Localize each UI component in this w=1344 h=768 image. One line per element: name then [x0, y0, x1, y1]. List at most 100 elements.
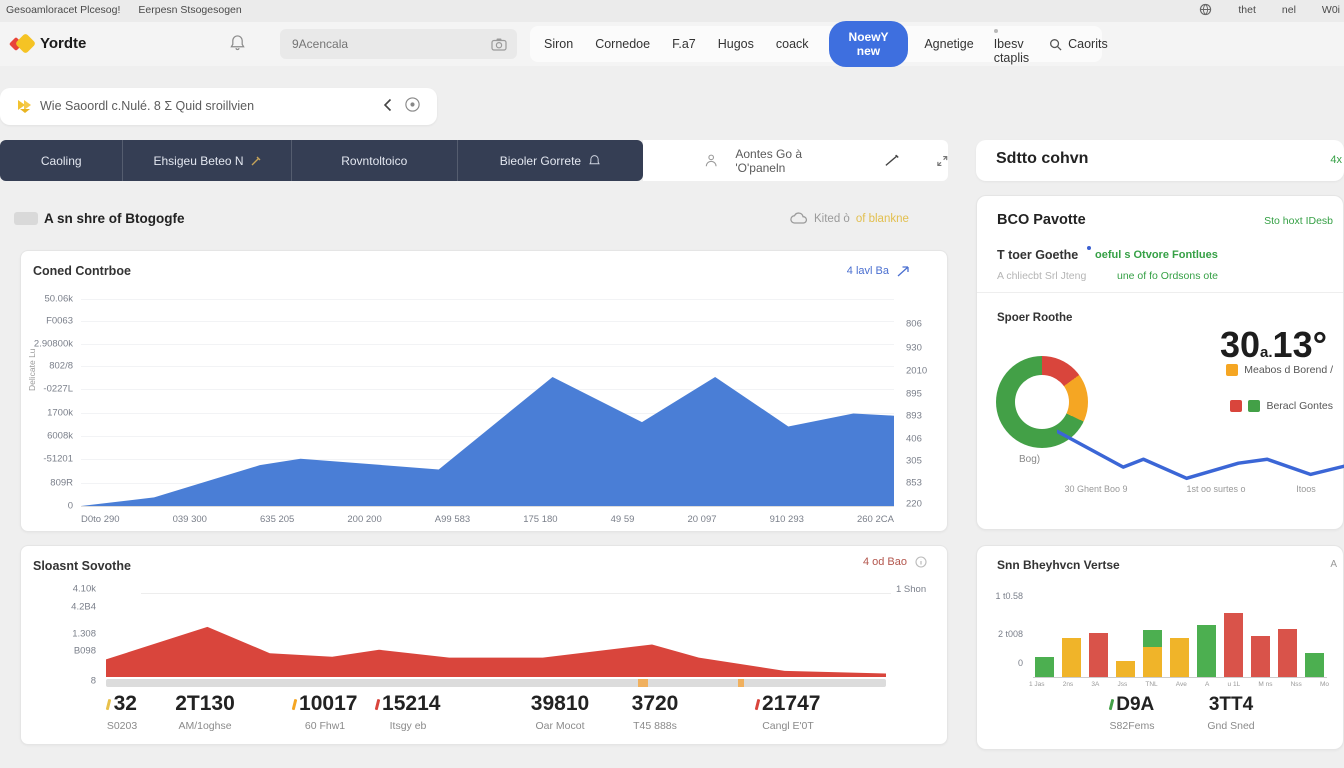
- big-metric-value: 30a.13°: [1220, 324, 1327, 366]
- seo-section-label: Spoer Roothe: [997, 312, 1072, 324]
- tab-audience[interactable]: Rovntoltoico: [292, 140, 458, 181]
- y-tick: 1700k: [47, 408, 73, 419]
- line-series: [1057, 431, 1344, 478]
- seo-row-title: T toer Goethe: [997, 248, 1078, 262]
- seo-subtext: A chliecbt Srl Jteng: [997, 270, 1086, 282]
- seo-card-link[interactable]: Sto hoxt IDesb: [1264, 215, 1333, 227]
- right-panel-header: Sdtto cohvn 4x: [976, 140, 1344, 181]
- yandex-logo[interactable]: [10, 32, 34, 56]
- blue-dot-icon: [1087, 246, 1091, 250]
- stat-value-text: 32: [114, 692, 137, 715]
- meta-link[interactable]: nel: [1282, 4, 1296, 16]
- x-tick: 1st oo surtes o: [1186, 484, 1245, 494]
- pencil-icon[interactable]: [885, 154, 899, 167]
- search-link[interactable]: Caorits: [1049, 37, 1108, 51]
- header-nav-item[interactable]: F.a7: [672, 37, 696, 51]
- globe-icon[interactable]: [1199, 3, 1212, 16]
- bar-chart: [1035, 592, 1327, 677]
- x-tick: 910 293: [770, 514, 804, 525]
- tab-behavior[interactable]: Bieoler Gorrete: [458, 140, 643, 181]
- bar-stat: D9A S82Fems: [1077, 694, 1187, 732]
- magnifier-icon: [1049, 38, 1062, 51]
- legend-item: Beracl Gontes: [1230, 400, 1333, 412]
- legend-label: Beracl Gontes: [1266, 400, 1333, 412]
- bar: [1197, 625, 1216, 677]
- primary-action-button[interactable]: NoewY new: [829, 21, 909, 67]
- y-tick: 4.10k: [73, 584, 96, 595]
- bar-stat: 3TT4 Gnd Sned: [1176, 694, 1286, 732]
- chevron-left-icon[interactable]: [383, 98, 392, 112]
- nav-item-secondary[interactable]: Ibesv ctaplis: [994, 23, 1029, 65]
- bar: [1089, 633, 1108, 677]
- header-nav-item[interactable]: Hugos: [718, 37, 754, 51]
- bar: [1143, 630, 1162, 677]
- seo-row-link[interactable]: oeful s Otvore Fontlues: [1095, 249, 1218, 261]
- trend-line-chart: [1057, 418, 1344, 488]
- header-nav-item[interactable]: Siron: [544, 37, 573, 51]
- expand-icon[interactable]: [937, 155, 948, 167]
- summary-stat: 32S0203: [76, 692, 168, 732]
- tab-sources[interactable]: Ehsigeu Beteo N: [123, 140, 291, 181]
- stat-label: Oar Mocot: [514, 720, 606, 732]
- legend-swatch: [1230, 400, 1242, 412]
- x-tick: Jss: [1117, 681, 1127, 688]
- bar: [1062, 638, 1081, 677]
- section-title: A sn shre of Btogogfe: [44, 211, 185, 226]
- x-tick: 200 200: [347, 514, 381, 525]
- x-tick: 260 2CA: [857, 514, 894, 525]
- tab-tool-icon: [251, 156, 261, 166]
- summary-stat: 1001760 Fhw1: [279, 692, 371, 732]
- bar: [1170, 638, 1189, 677]
- right-panel-action[interactable]: 4x: [1330, 154, 1342, 166]
- seo-subtext-link[interactable]: une of fo Ordsons ote: [1117, 270, 1218, 282]
- logo-text[interactable]: Yordte: [40, 35, 86, 52]
- selector-tick[interactable]: [638, 679, 648, 687]
- y-tick: 853: [906, 478, 922, 489]
- toolbar-label: Aontes Go à 'O'paneln: [735, 147, 841, 175]
- trend-marker: [291, 699, 296, 710]
- selector-tick[interactable]: [738, 679, 744, 687]
- header-nav-item[interactable]: Cornedoe: [595, 37, 650, 51]
- bar-segment: [1143, 630, 1162, 647]
- traffic-chart-card: Coned Contrboe 4 lavl Ba 50.06kF00632.90…: [20, 250, 948, 532]
- search-box[interactable]: [280, 29, 517, 59]
- counter-bar[interactable]: Wie Saoordl c.Nulé. 8 Σ Quid sroillvien: [0, 88, 437, 125]
- cloud-icon: [790, 212, 808, 225]
- y-tick: -51201: [43, 454, 73, 465]
- bar-segment: [1089, 633, 1108, 677]
- person-icon[interactable]: [705, 153, 717, 168]
- range-selector[interactable]: [106, 679, 886, 687]
- bars-card: Snn Bheyhvcn Vertse A 1 t0.582 t0080 1 J…: [976, 545, 1344, 750]
- section-status[interactable]: Kited ò of blankne: [790, 212, 909, 225]
- meta-link[interactable]: W0i: [1322, 4, 1340, 16]
- notification-bell-icon[interactable]: [230, 34, 245, 51]
- legend-swatch: [1226, 364, 1238, 376]
- meta-link[interactable]: Gesoamloracet Plcesog!: [6, 4, 120, 16]
- x-tick: 039 300: [173, 514, 207, 525]
- x-axis: D0to 290039 300635 205200 200A99 583175 …: [81, 514, 894, 525]
- target-icon[interactable]: [404, 96, 421, 113]
- search-input[interactable]: [290, 36, 491, 52]
- header-nav-item[interactable]: coack: [776, 37, 809, 51]
- bar-segment: [1305, 653, 1324, 677]
- y-tick: 220: [906, 499, 922, 510]
- nav-item-reports[interactable]: Agnetige: [924, 37, 973, 51]
- bar: [1278, 629, 1297, 677]
- bar: [1305, 653, 1324, 677]
- trend-marker: [754, 699, 759, 710]
- traffic-chart-action[interactable]: 4 lavl Ba: [847, 265, 909, 277]
- y-tick: 2 t008: [998, 629, 1023, 639]
- area-series: [81, 377, 894, 506]
- y-tick: 1 t0.58: [995, 591, 1023, 601]
- meta-link[interactable]: thet: [1238, 4, 1256, 16]
- bar: [1251, 636, 1270, 677]
- bar-segment: [1116, 661, 1135, 677]
- tab-bell-icon: [588, 154, 601, 167]
- bar-segment: [1143, 647, 1162, 677]
- search-camera-icon[interactable]: [491, 38, 507, 51]
- sessions-chart-action[interactable]: 4 od Bao: [863, 556, 927, 568]
- meta-link[interactable]: Eerpesn Stsogesogen: [138, 4, 241, 16]
- y-tick: 50.06k: [44, 294, 73, 305]
- tab-overview[interactable]: Caoling: [0, 140, 123, 181]
- x-tick: 175 180: [523, 514, 557, 525]
